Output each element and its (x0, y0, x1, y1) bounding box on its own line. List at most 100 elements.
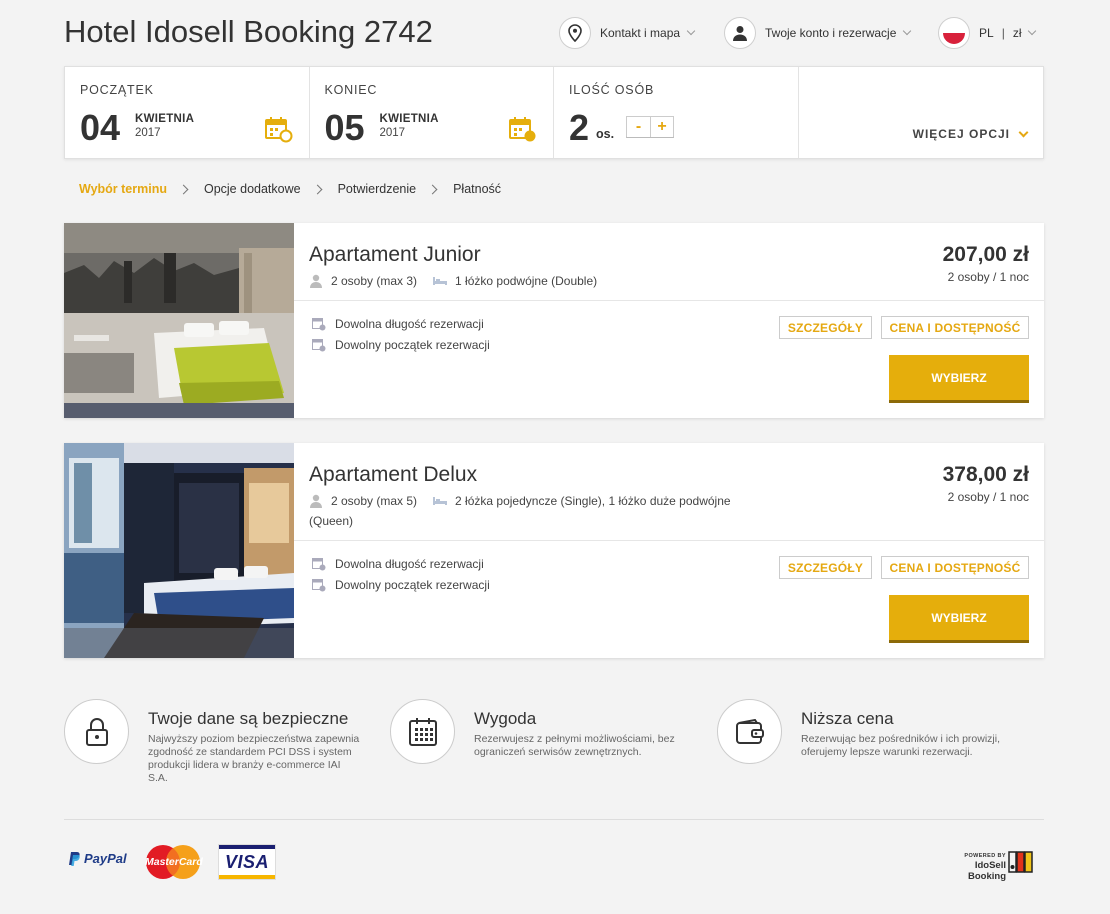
poland-flag-icon (938, 17, 970, 49)
benefit-description: Rezerwujesz z pełnymi możliwościami, bez… (474, 733, 675, 759)
chevron-down-icon (686, 26, 696, 36)
room-meta: 2 osoby (max 5) 2 łóżka pojedyncze (Sing… (309, 491, 759, 531)
bed-icon (433, 277, 448, 285)
mastercard-logo: MasterCard (145, 844, 203, 880)
powered-by: POWERED BY IdoSell Booking (938, 853, 1006, 882)
room-price: 207,00 zł (942, 243, 1029, 266)
room-card: Apartament Delux 2 osoby (max 5) 2 łóżka… (64, 443, 1044, 658)
end-day: 05 (324, 107, 365, 148)
more-options-label: WIĘCEJ OPCJI (912, 127, 1010, 141)
guests-selector: ILOŚĆ OSÓB 2 os. - + (554, 67, 799, 158)
price-availability-button[interactable]: CENA I DOSTĘPNOŚĆ (881, 556, 1029, 579)
room-guests-text: 2 osoby (max 3) (331, 274, 418, 288)
calendar-icon (509, 117, 537, 148)
currency-code: zł (1012, 26, 1022, 40)
account-label: Twoje konto i rezerwacje (765, 26, 897, 40)
room-guests: 2 osoby (max 3) (309, 271, 417, 291)
end-date-picker[interactable]: KONIEC 05 KWIETNIA 2017 (310, 67, 554, 158)
powered-by-label: POWERED BY (964, 853, 1006, 859)
select-room-button[interactable]: WYBIERZ (889, 355, 1029, 403)
calendar-icon (264, 117, 293, 148)
more-options-button[interactable]: WIĘCEJ OPCJI (912, 127, 1029, 141)
benefit-line: S.A. (148, 772, 168, 784)
separator: | (1001, 26, 1005, 40)
contact-map-menu[interactable]: Kontakt i mapa (559, 17, 696, 49)
account-menu[interactable]: Twoje konto i rezerwacje (724, 17, 912, 49)
guests-label: ILOŚĆ OSÓB (569, 83, 655, 97)
room-price-note: 2 osoby / 1 noc (947, 270, 1029, 284)
search-bar: POCZĄTEK 04 KWIETNIA 2017 KONIEC 05 KWIE… (64, 66, 1044, 159)
idosell-logo-icon (1008, 850, 1034, 879)
divider (294, 540, 1044, 541)
end-year: 2017 (379, 127, 406, 139)
start-year: 2017 (135, 127, 161, 139)
room-feature: Dowolny początek rezerwacji (312, 578, 490, 592)
person-icon (310, 274, 322, 288)
breadcrumb-step-date[interactable]: Wybór terminu (79, 182, 167, 196)
room-feature-text: Dowolny początek rezerwacji (335, 578, 490, 592)
benefit-line: produkcji lidera w branży e-commerce IAI (148, 759, 341, 771)
start-label: POCZĄTEK (80, 83, 154, 97)
breadcrumb-step-confirmation: Potwierdzenie (337, 182, 417, 196)
guests-count: 2 (569, 107, 590, 148)
breadcrumb: Wybór terminu Opcje dodatkowe Potwierdze… (79, 182, 501, 196)
chevron-down-icon (1028, 26, 1037, 36)
wallet-icon (717, 699, 782, 764)
benefit-line: zgodność ze standardem PCI DSS i system (148, 746, 352, 758)
room-price-note: 2 osoby / 1 noc (947, 490, 1029, 504)
details-button[interactable]: SZCZEGÓŁY (779, 556, 872, 579)
mastercard-text: MasterCard (145, 856, 203, 868)
powered-by-brand: IdoSell Booking (968, 860, 1006, 882)
room-beds: 2 łóżka pojedyncze (Single), 1 łóżko duż… (433, 491, 731, 511)
room-guests-text: 2 osoby (max 5) (331, 494, 418, 508)
chevron-right-icon (178, 184, 189, 194)
calendar-icon (390, 699, 455, 764)
room-name[interactable]: Apartament Junior (309, 243, 481, 267)
benefit-title: Twoje dane są bezpieczne (148, 709, 349, 728)
room-price: 378,00 zł (942, 463, 1029, 486)
start-date-picker[interactable]: POCZĄTEK 04 KWIETNIA 2017 (65, 67, 310, 158)
room-beds-text: 2 łóżka pojedyncze (Single), 1 łóżko duż… (455, 494, 731, 508)
chevron-right-icon (312, 184, 323, 194)
calendar-small-icon (312, 558, 326, 571)
benefit-line: ograniczeń serwisów zewnętrznych. (474, 746, 642, 758)
decrease-guests-button[interactable]: - (627, 117, 650, 137)
benefit-description: Rezerwując bez pośredników i ich prowizj… (801, 733, 1000, 759)
chevron-right-icon (427, 184, 438, 194)
start-month: KWIETNIA (135, 113, 195, 125)
end-month: KWIETNIA (379, 113, 439, 125)
details-button[interactable]: SZCZEGÓŁY (779, 316, 872, 339)
benefit-description: Najwyższy poziom bezpieczeństwa zapewnia… (148, 733, 359, 785)
guests-stepper: - + (626, 116, 674, 138)
person-icon (310, 494, 322, 508)
breadcrumb-step-extras: Opcje dodatkowe (203, 182, 301, 196)
location-pin-icon (559, 17, 591, 49)
benefit-line: Rezerwujesz z pełnymi możliwościami, bez (474, 733, 675, 745)
increase-guests-button[interactable]: + (650, 117, 673, 137)
price-availability-button[interactable]: CENA I DOSTĘPNOŚĆ (881, 316, 1029, 339)
paypal-text: PayPal (84, 851, 127, 866)
room-photo[interactable] (64, 443, 294, 658)
select-room-button[interactable]: WYBIERZ (889, 595, 1029, 643)
more-options-cell: WIĘCEJ OPCJI (799, 67, 1044, 158)
divider (294, 300, 1044, 301)
breadcrumb-step-payment: Płatność (453, 182, 502, 196)
room-beds-extra: (Queen) (309, 514, 354, 528)
calendar-small-icon (312, 318, 326, 331)
room-beds-text: 1 łóżko podwójne (Double) (455, 274, 598, 288)
lock-icon (64, 699, 129, 764)
hotel-title: Hotel Idosell Booking 2742 (64, 14, 433, 49)
calendar-small-icon (312, 339, 326, 352)
benefit-line: Rezerwując bez pośredników i ich prowizj… (801, 733, 1000, 745)
language-code: PL (979, 26, 994, 40)
visa-text: VISA (224, 852, 269, 872)
room-feature: Dowolna długość rezerwacji (312, 317, 484, 331)
room-name[interactable]: Apartament Delux (309, 463, 477, 487)
benefit-title: Wygoda (474, 709, 537, 728)
benefit-line: oferujemy lepsze warunki rezerwacji. (801, 746, 973, 758)
language-currency-menu[interactable]: PL | zł (938, 17, 1037, 49)
room-photo[interactable] (64, 223, 294, 418)
room-guests: 2 osoby (max 5) (309, 491, 417, 511)
contact-map-label: Kontakt i mapa (600, 26, 681, 40)
visa-logo: VISA (218, 844, 276, 880)
